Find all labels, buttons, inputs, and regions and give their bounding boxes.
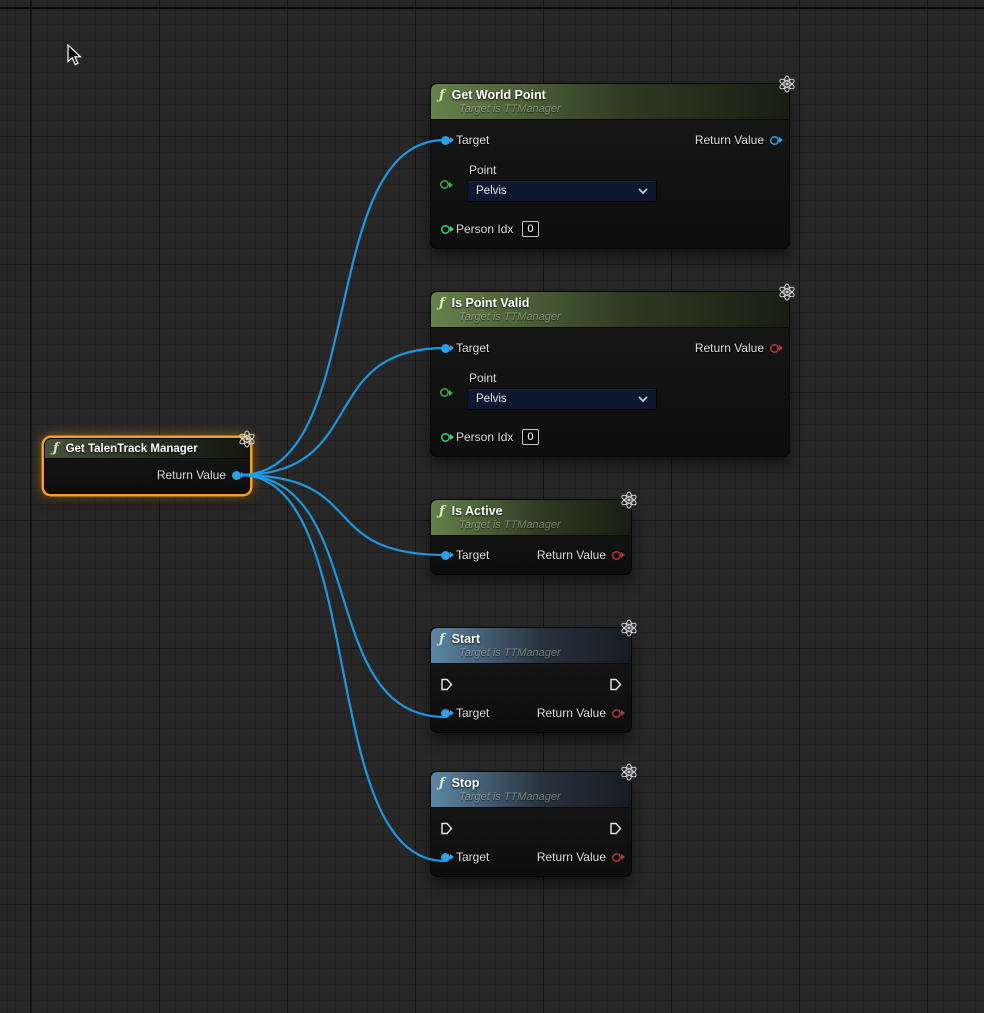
target-input-pin[interactable] <box>441 551 450 560</box>
target-pin-label: Target <box>456 548 489 562</box>
function-icon: ƒ <box>439 505 445 518</box>
exec-in-pin[interactable] <box>440 678 453 691</box>
node-start[interactable]: ƒ Start Target is TTManager Target <box>430 627 632 733</box>
exec-out-pin[interactable] <box>609 822 622 835</box>
point-pin-label: Point <box>469 371 496 385</box>
node-is-point-valid[interactable]: ƒ Is Point Valid Target is TTManager Tar… <box>430 291 790 457</box>
function-icon: ƒ <box>53 442 59 455</box>
node-header: ƒ Is Active Target is TTManager <box>431 500 631 536</box>
target-input-pin[interactable] <box>441 853 450 862</box>
return-value-pin-label: Return Value <box>695 341 764 355</box>
return-value-output-pin[interactable] <box>232 471 241 480</box>
node-subtitle: Target is TTManager <box>459 103 781 115</box>
wire-to-is-point-valid <box>240 348 445 475</box>
node-title: Get World Point <box>452 88 546 102</box>
node-get-world-point[interactable]: ƒ Get World Point Target is TTManager Ta… <box>430 83 790 249</box>
atom-icon <box>778 75 796 93</box>
node-header: ƒ Get World Point Target is TTManager <box>431 84 789 120</box>
function-icon: ƒ <box>439 633 445 646</box>
target-pin-label: Target <box>456 133 489 147</box>
wire-to-stop <box>240 475 445 861</box>
return-value-pin-label: Return Value <box>537 706 606 720</box>
node-get-talentrack-manager[interactable]: ƒ Get TalenTrack Manager Return Value <box>44 438 250 494</box>
node-title: Stop <box>452 776 480 790</box>
target-pin-label: Target <box>456 706 489 720</box>
person-idx-input-pin[interactable] <box>441 433 450 442</box>
return-value-output-pin[interactable] <box>770 136 779 145</box>
wire-to-get-world-point <box>240 140 445 475</box>
point-pin-label: Point <box>469 163 496 177</box>
atom-icon <box>620 763 638 781</box>
point-input-pin[interactable] <box>440 180 449 189</box>
atom-icon <box>238 430 256 448</box>
point-dropdown[interactable]: Pelvis <box>467 388 657 410</box>
node-is-active[interactable]: ƒ Is Active Target is TTManager Target R… <box>430 499 632 575</box>
node-header: ƒ Get TalenTrack Manager <box>45 439 249 459</box>
node-subtitle: Target is TTManager <box>459 791 623 803</box>
node-title: Get TalenTrack Manager <box>66 443 198 455</box>
node-header: ƒ Is Point Valid Target is TTManager <box>431 292 789 328</box>
atom-icon <box>778 283 796 301</box>
node-subtitle: Target is TTManager <box>459 647 623 659</box>
grid-origin-line-vertical <box>30 0 31 1013</box>
function-icon: ƒ <box>439 297 445 310</box>
return-value-output-pin[interactable] <box>612 551 621 560</box>
mouse-cursor <box>67 44 85 68</box>
return-value-pin-label: Return Value <box>537 548 606 562</box>
atom-icon <box>620 491 638 509</box>
target-input-pin[interactable] <box>441 344 450 353</box>
node-header: ƒ Start Target is TTManager <box>431 628 631 664</box>
function-icon: ƒ <box>439 777 445 790</box>
wire-to-start <box>240 475 445 717</box>
chevron-down-icon <box>638 185 648 197</box>
function-icon: ƒ <box>439 89 445 102</box>
node-title: Start <box>452 632 480 646</box>
return-value-output-pin[interactable] <box>612 853 621 862</box>
return-value-output-pin[interactable] <box>612 709 621 718</box>
point-dropdown-value: Pelvis <box>476 393 507 405</box>
node-subtitle: Target is TTManager <box>459 311 781 323</box>
exec-in-pin[interactable] <box>440 822 453 835</box>
point-input-pin[interactable] <box>440 388 449 397</box>
return-value-pin-label: Return Value <box>695 133 764 147</box>
target-input-pin[interactable] <box>441 709 450 718</box>
atom-icon <box>620 619 638 637</box>
target-pin-label: Target <box>456 850 489 864</box>
node-title: Is Point Valid <box>452 296 530 310</box>
blueprint-canvas[interactable]: ƒ Get World Point Target is TTManager Ta… <box>0 0 984 1013</box>
person-idx-input[interactable]: 0 <box>522 221 538 237</box>
node-header: ƒ Stop Target is TTManager <box>431 772 631 808</box>
grid-origin-line-horizontal <box>0 7 984 9</box>
point-dropdown-value: Pelvis <box>476 185 507 197</box>
node-subtitle: Target is TTManager <box>459 519 623 531</box>
target-input-pin[interactable] <box>441 136 450 145</box>
return-value-pin-label: Return Value <box>537 850 606 864</box>
person-idx-label: Person Idx <box>456 430 513 444</box>
target-pin-label: Target <box>456 341 489 355</box>
node-title: Is Active <box>452 504 503 518</box>
person-idx-label: Person Idx <box>456 222 513 236</box>
person-idx-input[interactable]: 0 <box>522 429 538 445</box>
exec-out-pin[interactable] <box>609 678 622 691</box>
node-stop[interactable]: ƒ Stop Target is TTManager Target <box>430 771 632 877</box>
return-value-output-pin[interactable] <box>770 344 779 353</box>
return-value-pin-label: Return Value <box>157 468 226 482</box>
chevron-down-icon <box>638 393 648 405</box>
wire-to-is-active <box>240 475 445 555</box>
person-idx-input-pin[interactable] <box>441 225 450 234</box>
point-dropdown[interactable]: Pelvis <box>467 180 657 202</box>
